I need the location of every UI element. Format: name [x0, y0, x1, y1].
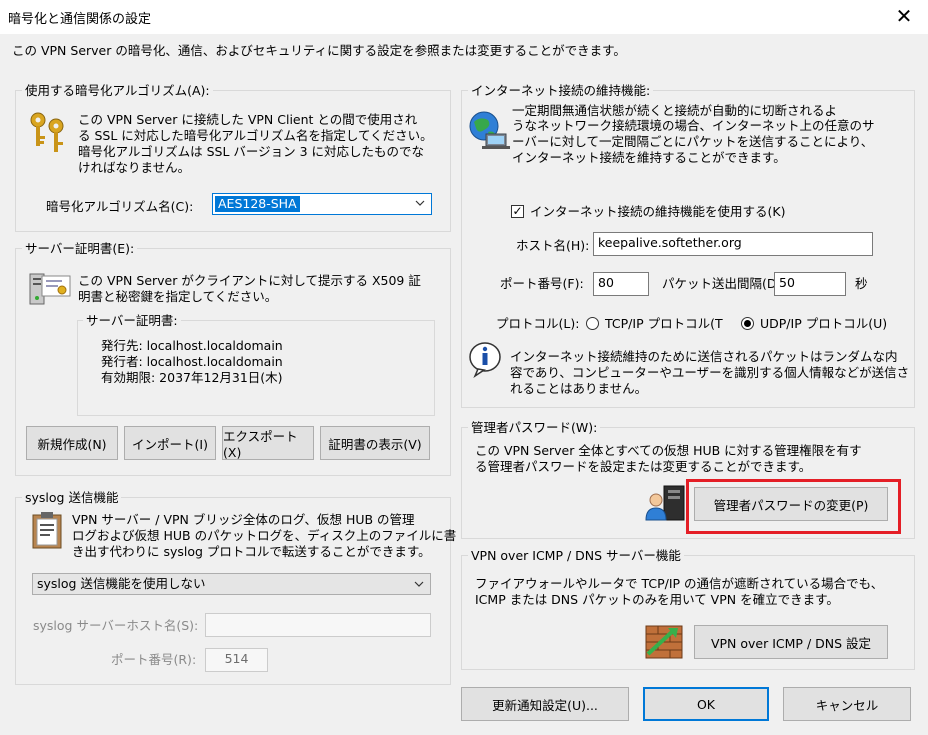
tcp-radio[interactable] — [586, 317, 599, 330]
admin-desc-2: る管理者パスワードを設定または変更することができます。 — [475, 459, 812, 474]
chevron-down-icon — [415, 200, 425, 206]
udp-radio[interactable] — [741, 317, 754, 330]
keepalive-desc-4: インターネット接続を維持することができます。 — [512, 150, 786, 165]
udp-radio-label[interactable]: UDP/IP プロトコル(U) — [760, 316, 887, 331]
cipher-select[interactable]: AES128-SHA — [212, 193, 432, 215]
keepalive-legend: インターネット接続の維持機能: — [468, 84, 654, 98]
cert-frame-title: サーバー証明書: — [83, 314, 181, 328]
info-icon — [469, 342, 501, 378]
syslog-port-input[interactable]: 514 — [205, 648, 268, 672]
syslog-port-label: ポート番号(R): — [111, 652, 197, 667]
keepalive-port-label: ポート番号(F): — [500, 276, 584, 291]
syslog-desc-2: ログおよび仮想 HUB のパケットログを、ディスク上のファイルに書 — [72, 528, 457, 543]
cipher-desc-4: ければなりません。 — [78, 160, 191, 175]
syslog-legend: syslog 送信機能 — [22, 491, 122, 505]
title-bar: 暗号化と通信関係の設定 ✕ — [0, 0, 928, 34]
cipher-select-value: AES128-SHA — [215, 196, 300, 212]
keepalive-desc-1: 一定期間無通信状態が続くと接続が自動的に切断されるよ — [512, 103, 838, 118]
syslog-host-input[interactable] — [205, 613, 431, 637]
view-cert-button[interactable]: 証明書の表示(V) — [320, 426, 430, 460]
cipher-legend: 使用する暗号化アルゴリズム(A): — [22, 84, 213, 98]
cipher-desc-1: この VPN Server に接続した VPN Client との間で使用され — [78, 112, 418, 127]
new-cert-button[interactable]: 新規作成(N) — [26, 426, 118, 460]
cert-expiry: 有効期限: 2037年12月31日(木) — [101, 370, 283, 385]
keepalive-checkbox-label[interactable]: インターネット接続の維持機能を使用する(K) — [530, 204, 785, 219]
firewall-icon — [645, 625, 683, 659]
chevron-down-icon — [414, 581, 424, 587]
icmp-legend: VPN over ICMP / DNS サーバー機能 — [468, 549, 684, 563]
keepalive-host-label: ホスト名(H): — [516, 238, 590, 253]
keepalive-interval-label: パケット送出間隔(D): — [662, 276, 786, 291]
icmp-dns-settings-button[interactable]: VPN over ICMP / DNS 設定 — [694, 625, 888, 659]
ok-button[interactable]: OK — [643, 687, 769, 721]
syslog-desc-3: き出す代わりに syslog プロトコルで転送することができます。 — [72, 544, 431, 559]
syslog-host-label: syslog サーバーホスト名(S): — [33, 618, 199, 633]
keepalive-info-2: 容であり、コンピューターやユーザーを識別する個人情報などが送信さ — [510, 365, 910, 380]
intro-text: この VPN Server の暗号化、通信、およびセキュリティに関する設定を参照… — [12, 43, 626, 58]
icmp-desc-2: ICMP または DNS パケットのみを用いて VPN を確立できます。 — [475, 592, 839, 607]
keepalive-interval-input[interactable]: 50 — [774, 272, 846, 296]
keepalive-checkbox[interactable]: ✓ — [511, 205, 524, 218]
tcp-radio-label[interactable]: TCP/IP プロトコル(T — [605, 316, 723, 331]
window-title: 暗号化と通信関係の設定 — [8, 12, 152, 27]
cipher-desc-3: 暗号化アルゴリズムは SSL バージョン 3 に対応したものでな — [78, 144, 425, 159]
cert-issuer: 発行者: localhost.localdomain — [101, 354, 283, 369]
keepalive-port-input[interactable]: 80 — [593, 272, 649, 296]
cert-legend: サーバー証明書(E): — [22, 242, 138, 256]
keepalive-protocol-label: プロトコル(L): — [496, 316, 580, 331]
syslog-mode-value: syslog 送信機能を使用しない — [37, 576, 206, 591]
syslog-mode-select[interactable]: syslog 送信機能を使用しない — [32, 573, 431, 595]
clipboard-icon — [32, 512, 62, 549]
admin-server-icon — [645, 485, 685, 521]
cert-desc-1: この VPN Server がクライアントに対して提示する X509 証 — [78, 273, 421, 288]
keys-icon — [30, 112, 64, 152]
export-cert-button[interactable]: エクスポート(X) — [222, 426, 314, 460]
keepalive-info-1: インターネット接続維持のために送信されるパケットはランダムな内 — [510, 349, 898, 364]
update-notification-button[interactable]: 更新通知設定(U)... — [461, 687, 629, 721]
keepalive-host-input[interactable]: keepalive.softether.org — [593, 232, 873, 256]
cert-desc-2: 明書と秘密鍵を指定してください。 — [78, 289, 278, 304]
keepalive-interval-unit: 秒 — [855, 276, 868, 291]
network-laptop-icon — [469, 111, 510, 149]
icmp-desc-1: ファイアウォールやルータで TCP/IP の通信が遮断されている場合でも、 — [475, 576, 884, 591]
highlight-frame — [686, 479, 901, 534]
cert-issued-to: 発行先: localhost.localdomain — [101, 338, 283, 353]
import-cert-button[interactable]: インポート(I) — [124, 426, 216, 460]
admin-legend: 管理者パスワード(W): — [468, 421, 601, 435]
close-icon[interactable]: ✕ — [890, 4, 918, 28]
admin-desc-1: この VPN Server 全体とすべての仮想 HUB に対する管理権限を有す — [475, 443, 862, 458]
syslog-desc-1: VPN サーバー / VPN ブリッジ全体のログ、仮想 HUB の管理 — [72, 512, 415, 527]
keepalive-info-3: れることはありません。 — [510, 381, 648, 396]
keepalive-desc-2: うなネットワーク接続環境の場合、インターネット上の任意のサ — [512, 118, 875, 133]
cipher-desc-2: る SSL に対応した暗号化アルゴリズム名を指定してください。 — [78, 128, 433, 143]
cancel-button[interactable]: キャンセル — [783, 687, 911, 721]
cipher-label: 暗号化アルゴリズム名(C): — [46, 199, 194, 214]
keepalive-desc-3: ーバーに対して一定間隔ごとにパケットを送信することにより、 — [512, 134, 874, 149]
certificate-server-icon — [29, 273, 71, 305]
